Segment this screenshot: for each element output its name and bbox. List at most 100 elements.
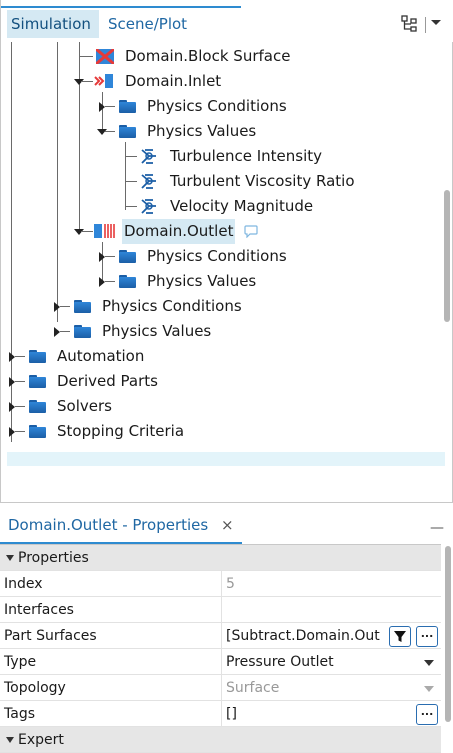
tree-label: Physics Conditions: [147, 247, 287, 265]
expand-icon[interactable]: [9, 402, 15, 412]
toolbar-separator: [425, 17, 426, 33]
tab-bar-underline: [1, 6, 241, 8]
tree-item-derived-parts[interactable]: Derived Parts: [1, 369, 439, 394]
folder-icon: [119, 250, 136, 263]
tree-connector: [15, 381, 25, 382]
tree-item-velocity-magnitude[interactable]: Velocity Magnitude: [1, 194, 439, 219]
section-properties[interactable]: Properties: [0, 545, 441, 571]
property-row-index[interactable]: Index 5: [0, 571, 441, 597]
tree-item-automation[interactable]: Automation: [1, 344, 439, 369]
tree-connector: [105, 106, 115, 107]
chevron-down-icon: [424, 686, 434, 692]
expand-icon[interactable]: [99, 277, 105, 287]
tree-item-turbulence-intensity[interactable]: Turbulence Intensity: [1, 144, 439, 169]
tree-scrollbar[interactable]: [442, 42, 452, 442]
tab-simulation[interactable]: Simulation: [7, 10, 99, 38]
expand-icon[interactable]: [99, 102, 105, 112]
expand-icon[interactable]: [9, 427, 15, 437]
hierarchy-icon[interactable]: [400, 14, 422, 36]
dropdown-menu-icon[interactable]: [430, 16, 442, 31]
tree-item-region-physics-conditions[interactable]: Physics Conditions: [1, 294, 439, 319]
tree-connector: [125, 156, 137, 157]
filter-icon: [394, 631, 406, 642]
filter-button[interactable]: [389, 626, 411, 647]
tab-scene-plot[interactable]: Scene/Plot: [104, 10, 194, 38]
tree-item-region-physics-values[interactable]: Physics Values: [1, 319, 439, 344]
expand-icon[interactable]: [99, 252, 105, 262]
block-surface-icon: [96, 49, 114, 64]
edit-tags-button[interactable]: ...: [416, 704, 438, 725]
minimize-icon[interactable]: —: [430, 520, 444, 536]
physics-value-icon: [141, 174, 156, 189]
tree-item-block-surface[interactable]: Domain.Block Surface: [1, 44, 439, 69]
property-value: []: [226, 706, 237, 722]
property-name: Topology: [4, 680, 66, 696]
tree-item-inlet-physics-conditions[interactable]: Physics Conditions: [1, 94, 439, 119]
collapse-icon[interactable]: [6, 737, 14, 743]
property-value: 5: [226, 576, 235, 592]
tree-label: Domain.Outlet: [122, 219, 236, 244]
outlet-boundary-icon: [94, 224, 115, 238]
tree-connector: [125, 181, 137, 182]
properties-tab-title[interactable]: Domain.Outlet - Properties: [8, 516, 208, 534]
tree-item-stopping-criteria[interactable]: Stopping Criteria: [1, 419, 439, 442]
folder-icon: [29, 375, 46, 388]
property-name: Tags: [4, 706, 35, 722]
property-name: Index: [4, 576, 43, 592]
folder-icon: [29, 425, 46, 438]
folder-icon: [29, 400, 46, 413]
collapse-icon[interactable]: [74, 229, 84, 235]
physics-value-icon: [141, 199, 156, 214]
folder-icon: [74, 325, 91, 338]
properties-scrollbar[interactable]: [444, 544, 453, 753]
properties-scrollbar-thumb[interactable]: [445, 546, 451, 722]
simulation-tree: Domain.Block Surface Domain.Inlet Physic…: [1, 42, 439, 442]
type-select-value[interactable]: Pressure Outlet: [226, 649, 334, 675]
expand-icon[interactable]: [9, 352, 15, 362]
property-row-part-surfaces[interactable]: Part Surfaces [Subtract.Domain.Out ...: [0, 623, 441, 649]
property-name: Type: [4, 654, 37, 670]
tree-scrollbar-thumb[interactable]: [444, 190, 450, 322]
tree-item-outlet[interactable]: Domain.Outlet: [1, 219, 439, 244]
edit-part-surfaces-button[interactable]: ...: [416, 626, 438, 647]
section-title: Properties: [18, 550, 89, 566]
expand-icon[interactable]: [54, 302, 60, 312]
tab-bar: Simulation Scene/Plot: [1, 0, 453, 42]
tree-label: Physics Conditions: [102, 297, 242, 315]
property-name: Interfaces: [4, 602, 74, 618]
column-divider: [221, 675, 222, 701]
tree-label: Stopping Criteria: [57, 422, 185, 440]
collapse-icon[interactable]: [6, 555, 14, 561]
tree-item-inlet-physics-values[interactable]: Physics Values: [1, 119, 439, 144]
close-icon[interactable]: ×: [221, 516, 234, 534]
tree-connector: [15, 356, 25, 357]
section-expert[interactable]: Expert: [0, 727, 441, 753]
property-row-topology[interactable]: Topology Surface: [0, 675, 441, 701]
tree-label: Domain.Block Surface: [125, 47, 291, 65]
expand-icon[interactable]: [54, 327, 60, 337]
tree-item-turbulent-viscosity-ratio[interactable]: Turbulent Viscosity Ratio: [1, 169, 439, 194]
property-row-tags[interactable]: Tags [] ...: [0, 701, 441, 727]
section-title: Expert: [18, 732, 64, 748]
property-row-interfaces[interactable]: Interfaces: [0, 597, 441, 623]
comment-icon[interactable]: [244, 225, 258, 238]
property-name: Part Surfaces: [4, 628, 97, 644]
inlet-boundary-icon: [94, 74, 113, 88]
chevron-down-icon[interactable]: [424, 660, 434, 666]
expand-icon[interactable]: [9, 377, 15, 387]
tree-label: Velocity Magnitude: [170, 197, 314, 215]
column-divider: [221, 701, 222, 727]
topology-select-value: Surface: [226, 680, 280, 696]
tree-connector: [105, 256, 115, 257]
tree-item-inlet[interactable]: Domain.Inlet: [1, 69, 439, 94]
tree-connector: [105, 131, 115, 132]
collapse-icon[interactable]: [74, 79, 84, 85]
property-row-type[interactable]: Type Pressure Outlet: [0, 649, 441, 675]
tree-connector: [15, 431, 25, 432]
collapse-icon[interactable]: [97, 129, 107, 135]
tree-label: Physics Values: [102, 322, 212, 340]
tree-item-outlet-physics-conditions[interactable]: Physics Conditions: [1, 244, 439, 269]
tree-label: Domain.Inlet: [125, 72, 222, 90]
tree-item-solvers[interactable]: Solvers: [1, 394, 439, 419]
tree-item-outlet-physics-values[interactable]: Physics Values: [1, 269, 439, 294]
